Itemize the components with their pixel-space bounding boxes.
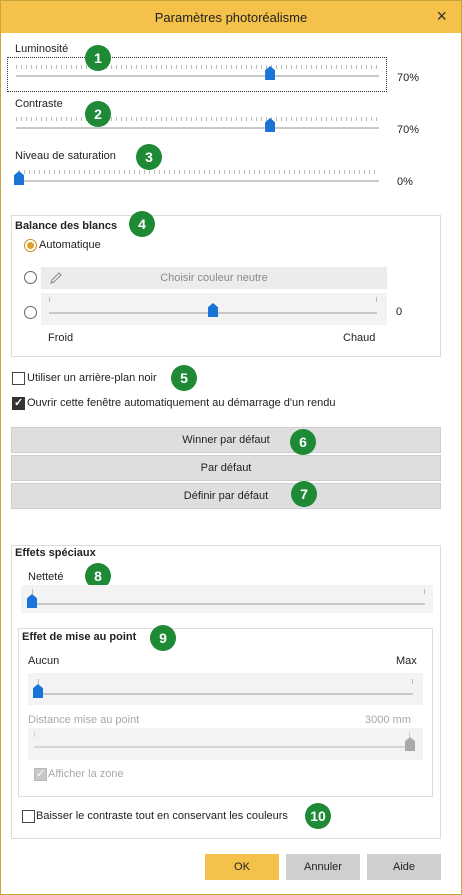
cancel-button[interactable]: Annuler bbox=[286, 854, 360, 880]
saturation-value: 0% bbox=[397, 176, 413, 188]
badge-3: 3 bbox=[136, 144, 162, 170]
sharpness-track bbox=[32, 603, 425, 605]
brightness-ticks bbox=[16, 65, 379, 69]
lower-contrast-label: Baisser le contraste tout en conservant … bbox=[36, 810, 288, 822]
focus-slider[interactable] bbox=[33, 679, 413, 699]
auto-radio-label: Automatique bbox=[39, 239, 101, 251]
black-background-checkbox[interactable] bbox=[12, 372, 25, 385]
auto-radio[interactable] bbox=[24, 239, 37, 252]
brightness-value: 70% bbox=[397, 72, 420, 84]
focus-tick-left bbox=[38, 679, 39, 684]
show-zone-checkbox[interactable] bbox=[34, 767, 47, 781]
badge-10: 10 bbox=[305, 803, 331, 829]
help-button[interactable]: Aide bbox=[367, 854, 441, 880]
window-title: Paramètres photoréalisme bbox=[154, 10, 308, 25]
temperature-tick-left bbox=[49, 297, 50, 302]
sharpness-slider[interactable] bbox=[27, 589, 425, 609]
badge-2: 2 bbox=[85, 101, 111, 127]
title-bar: Paramètres photoréalisme × bbox=[1, 1, 461, 33]
badge-6: 6 bbox=[290, 429, 316, 455]
distance-tick-left bbox=[34, 732, 35, 737]
distance-track bbox=[34, 746, 410, 748]
neutral-color-radio[interactable] bbox=[24, 271, 37, 284]
distance-value: 3000 mm bbox=[365, 714, 411, 726]
contrast-value: 70% bbox=[397, 124, 420, 136]
contrast-slider[interactable] bbox=[16, 117, 379, 133]
badge-1: 1 bbox=[85, 45, 111, 71]
sharpness-tick-right bbox=[424, 589, 425, 594]
choose-neutral-color-label: Choisir couleur neutre bbox=[160, 272, 268, 284]
temperature-slider[interactable] bbox=[49, 297, 377, 318]
lower-contrast-checkbox[interactable] bbox=[22, 810, 35, 823]
ok-button[interactable]: OK bbox=[205, 854, 279, 880]
distance-slider[interactable] bbox=[34, 732, 415, 752]
focus-track bbox=[38, 693, 413, 695]
saturation-ticks bbox=[19, 170, 379, 174]
distance-label: Distance mise au point bbox=[28, 714, 140, 726]
open-on-render-checkbox[interactable] bbox=[12, 396, 25, 410]
warm-label: Chaud bbox=[343, 332, 376, 344]
badge-7: 7 bbox=[291, 481, 317, 507]
default-button[interactable]: Par défaut bbox=[11, 455, 441, 481]
badge-9: 9 bbox=[150, 625, 176, 651]
show-zone-label: Afficher la zone bbox=[48, 768, 124, 780]
badge-5: 5 bbox=[171, 365, 197, 391]
brightness-slider[interactable] bbox=[16, 65, 379, 81]
brightness-label: Luminosité bbox=[15, 43, 69, 55]
badge-4: 4 bbox=[129, 211, 155, 237]
focus-min-label: Aucun bbox=[28, 655, 60, 667]
sharpness-tick-left bbox=[32, 589, 33, 594]
temperature-tick-right bbox=[376, 297, 377, 302]
special-effects-title: Effets spéciaux bbox=[15, 547, 96, 559]
open-on-render-label: Ouvrir cette fenêtre automatiquement au … bbox=[27, 397, 336, 409]
temperature-radio[interactable] bbox=[24, 306, 37, 319]
winner-default-button[interactable]: Winner par défaut bbox=[11, 427, 441, 453]
focus-max-label: Max bbox=[396, 655, 417, 667]
contrast-track bbox=[16, 127, 379, 129]
saturation-track bbox=[19, 180, 379, 182]
sharpness-label: Netteté bbox=[28, 571, 64, 583]
cold-label: Froid bbox=[48, 332, 74, 344]
close-icon[interactable]: × bbox=[436, 6, 447, 27]
distance-tick-right bbox=[409, 732, 410, 737]
dialog-window: Paramètres photoréalisme × Luminosité 70… bbox=[0, 0, 462, 895]
saturation-slider[interactable] bbox=[14, 170, 379, 186]
white-balance-title: Balance des blancs bbox=[15, 220, 118, 232]
saturation-label: Niveau de saturation bbox=[15, 150, 116, 162]
choose-neutral-color-button[interactable]: Choisir couleur neutre bbox=[41, 267, 387, 289]
brightness-track bbox=[16, 75, 379, 77]
focus-tick-right bbox=[412, 679, 413, 684]
focus-effect-title: Effet de mise au point bbox=[22, 631, 137, 643]
black-background-label: Utiliser un arrière-plan noir bbox=[27, 372, 157, 384]
temperature-value: 0 bbox=[396, 306, 403, 318]
contrast-ticks bbox=[16, 117, 379, 121]
contrast-label: Contraste bbox=[15, 98, 63, 110]
set-default-button[interactable]: Définir par défaut bbox=[11, 483, 441, 509]
